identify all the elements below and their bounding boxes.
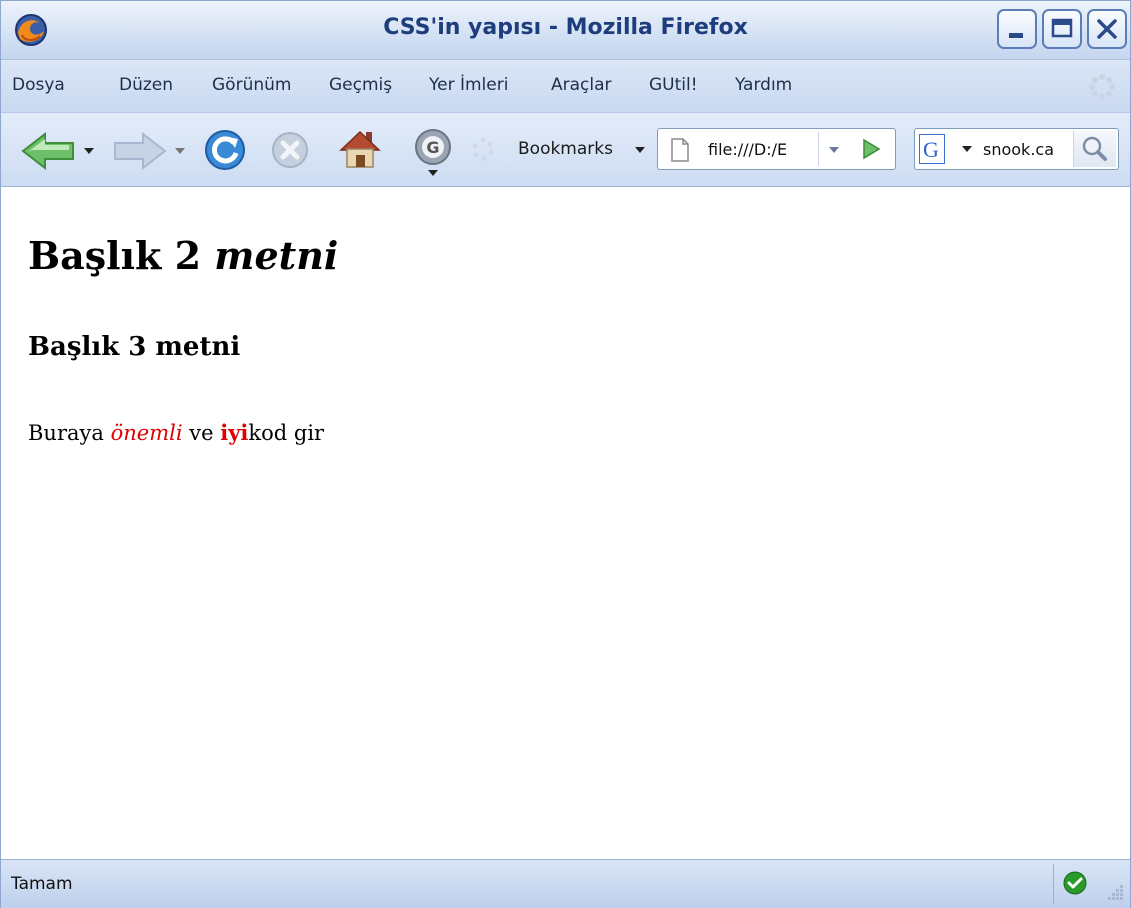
close-icon bbox=[1097, 19, 1117, 39]
heading-2-italic: metni bbox=[214, 233, 339, 278]
search-bar[interactable]: G snook.ca bbox=[914, 128, 1119, 170]
menu-dosya[interactable]: Dosya bbox=[12, 75, 65, 95]
address-dropdown-icon bbox=[829, 147, 839, 153]
bookmarks-chevron-icon[interactable] bbox=[634, 145, 646, 155]
window-title: CSS'in yapısı - Mozilla Firefox bbox=[383, 15, 748, 40]
loading-spinner-icon bbox=[472, 137, 494, 161]
minimize-icon bbox=[1009, 33, 1023, 38]
status-separator bbox=[1053, 864, 1054, 904]
stop-icon[interactable] bbox=[269, 129, 311, 171]
activity-throbber-icon bbox=[1089, 74, 1115, 100]
page-document-icon bbox=[671, 138, 689, 162]
go-arrow-icon bbox=[863, 138, 881, 160]
menu-yardim[interactable]: Yardım bbox=[735, 75, 792, 95]
menu-duzen[interactable]: Düzen bbox=[119, 75, 173, 95]
google-g-icon: G bbox=[923, 137, 939, 162]
back-arrow-icon[interactable] bbox=[19, 130, 79, 172]
title-bar[interactable]: CSS'in yapısı - Mozilla Firefox bbox=[1, 1, 1130, 60]
paragraph-suffix: kod gir bbox=[248, 421, 325, 445]
address-bar[interactable]: file:///D:/E bbox=[657, 128, 896, 170]
search-input[interactable]: snook.ca bbox=[983, 140, 1067, 159]
address-input[interactable]: file:///D:/E bbox=[708, 140, 818, 159]
search-engine-chevron-icon[interactable] bbox=[961, 144, 973, 154]
maximize-icon bbox=[1051, 18, 1073, 38]
home-icon[interactable] bbox=[337, 126, 383, 172]
menu-gecmis[interactable]: Geçmiş bbox=[329, 75, 392, 95]
magnifier-search-icon bbox=[1082, 136, 1107, 161]
resize-grip-icon[interactable] bbox=[1105, 882, 1125, 902]
ok-check-icon[interactable] bbox=[1063, 871, 1087, 895]
heading-3: Başlık 3 metni bbox=[28, 332, 241, 362]
paragraph: Buraya önemli ve iyikod gir bbox=[28, 420, 324, 445]
menu-gorunum[interactable]: Görünüm bbox=[212, 75, 291, 95]
menu-bar: Dosya Düzen Görünüm Geçmiş Yer İmleri Ar… bbox=[1, 60, 1130, 113]
browser-window: CSS'in yapısı - Mozilla Firefox Dosya Dü… bbox=[0, 0, 1131, 908]
paragraph-mid: ve bbox=[189, 421, 214, 445]
minimize-button[interactable] bbox=[997, 9, 1037, 49]
status-bar: Tamam bbox=[1, 859, 1130, 908]
status-text: Tamam bbox=[11, 874, 73, 894]
maximize-button[interactable] bbox=[1042, 9, 1082, 49]
svg-text:G: G bbox=[426, 138, 439, 157]
address-dropdown-button[interactable] bbox=[818, 132, 849, 166]
gutil-gear-icon[interactable]: G bbox=[411, 125, 455, 179]
bookmarks-menu-label[interactable]: Bookmarks bbox=[518, 139, 613, 159]
heading-2-plain: Başlık 2 bbox=[28, 233, 202, 278]
forward-arrow-icon[interactable] bbox=[109, 130, 169, 172]
go-button[interactable] bbox=[852, 132, 890, 166]
menu-gutil[interactable]: GUtil! bbox=[649, 75, 698, 95]
navigation-toolbar: G Bookmarks file:///D:/E G snook.ca bbox=[1, 113, 1130, 187]
search-engine-button[interactable]: G bbox=[919, 134, 945, 164]
back-history-chevron-icon[interactable] bbox=[83, 146, 95, 156]
emphasis-text: önemli bbox=[110, 421, 183, 445]
heading-2: Başlık 2 metni bbox=[28, 233, 338, 278]
page-content: Başlık 2 metni Başlık 3 metni Buraya öne… bbox=[1, 187, 1130, 858]
menu-araclar[interactable]: Araçlar bbox=[551, 75, 612, 95]
close-button[interactable] bbox=[1087, 9, 1127, 49]
search-button[interactable] bbox=[1073, 131, 1116, 167]
strong-text: iyi bbox=[220, 420, 249, 445]
menu-yer-imleri[interactable]: Yer İmleri bbox=[429, 75, 508, 95]
paragraph-prefix: Buraya bbox=[28, 421, 104, 445]
reload-icon[interactable] bbox=[202, 127, 248, 173]
forward-history-chevron-icon[interactable] bbox=[174, 146, 186, 156]
